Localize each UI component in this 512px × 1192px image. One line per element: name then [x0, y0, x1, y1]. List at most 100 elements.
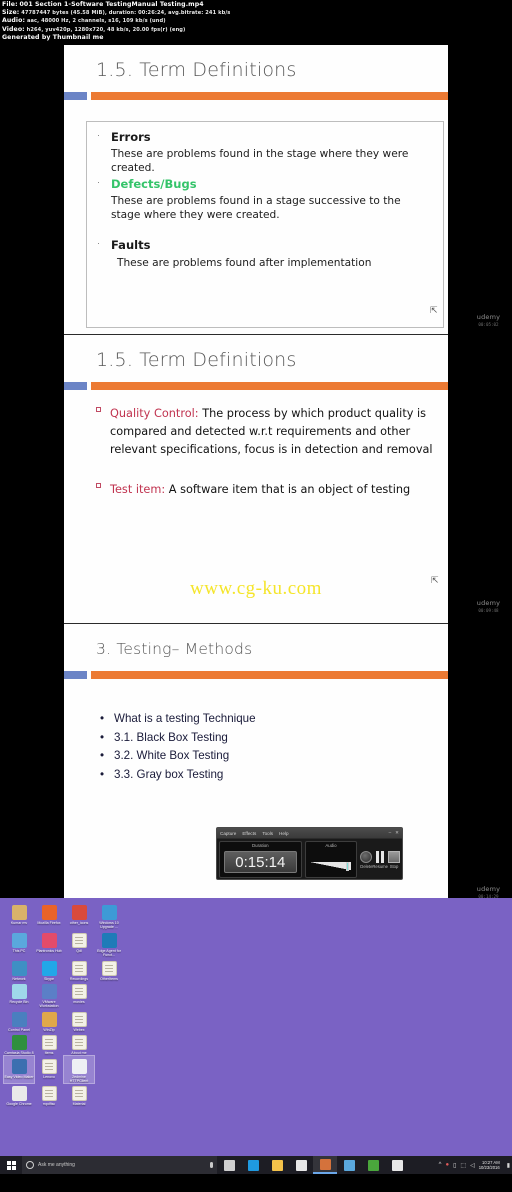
desktop-icon[interactable]: Lenovo — [34, 1056, 64, 1084]
accent-bar-blue — [64, 671, 87, 679]
desktop-icon[interactable]: 2edmine HTTPClient — [63, 1054, 95, 1085]
desktop-icon[interactable]: Items — [34, 1032, 64, 1055]
desktop-icon[interactable]: Edge Agent for Funct... — [94, 930, 124, 958]
list-item: • 3.2. White Box Testing — [100, 747, 256, 766]
desktop-icon[interactable]: Webex — [64, 1009, 94, 1032]
app-icon — [101, 905, 117, 920]
desktop-icon[interactable]: Network — [4, 958, 34, 981]
menu-help[interactable]: Help — [279, 831, 288, 836]
desktop-icon-label: Windows 10 Upgrade ... — [99, 921, 119, 930]
mouse-cursor-icon: ⇱ — [431, 575, 439, 585]
slide-1-accent-bar — [64, 92, 448, 100]
start-button[interactable] — [0, 1156, 22, 1174]
microphone-icon[interactable] — [210, 1162, 213, 1168]
slide-1-content-box: · Errors These are problems found in the… — [86, 121, 444, 328]
remote-desktop-taskbar-button[interactable] — [337, 1156, 361, 1174]
system-tray: ^ ● ▯ ⬚ ◁ 10:27 AM 10/23/2016 ▮ — [439, 1160, 512, 1170]
desktop-icon[interactable]: Control Panel — [4, 1009, 34, 1032]
camtasia-recorder-widget[interactable]: Capture Effects Tools Help – ✕ Duration … — [216, 827, 403, 880]
desktop-icon-label: Easy Video Maker — [4, 1074, 34, 1079]
recorder-menubar[interactable]: Capture Effects Tools Help – ✕ — [217, 828, 402, 839]
resume-button[interactable]: Resume — [372, 850, 388, 869]
desktop-icon-row: Network Skype Recordings OtherItems — [4, 958, 124, 981]
desktop-icon[interactable]: About me — [64, 1032, 94, 1055]
photo-app-icon — [319, 1158, 331, 1170]
app-icon — [41, 1011, 57, 1027]
desktop-icon[interactable]: Skype — [34, 958, 64, 981]
tray-display-icon[interactable]: ⬚ — [460, 1162, 466, 1169]
slide-2-bullet-2: Test item: A software item that is an ob… — [96, 481, 442, 499]
bullet-icon: • — [100, 767, 105, 781]
minimize-icon[interactable]: – — [389, 830, 392, 836]
desktop-icon[interactable]: other_icons — [64, 902, 94, 930]
store-taskbar-button[interactable] — [289, 1156, 313, 1174]
camtasia-recorder-taskbar-button[interactable] — [385, 1156, 409, 1174]
desktop-icon[interactable]: This PC — [4, 930, 34, 958]
recorder-buttons: Delete Resume Stop — [360, 841, 400, 878]
desktop-icon[interactable]: mpdfisc — [34, 1083, 64, 1106]
tray-status-icon[interactable]: ● — [445, 1162, 449, 1168]
camtasia-taskbar-button[interactable] — [361, 1156, 385, 1174]
stop-square-icon — [388, 850, 400, 863]
delete-button-label: Delete — [360, 863, 373, 869]
desktop-icon-label: This PC — [12, 948, 26, 953]
desktop-icon[interactable]: VMware Workstation — [34, 981, 64, 1009]
desktop-icon[interactable]: Camtasia Studio 8 — [4, 1032, 34, 1055]
edge-browser-taskbar-button[interactable] — [241, 1156, 265, 1174]
list-item-label: 3.2. White Box Testing — [114, 749, 230, 762]
desktop-icon[interactable]: Mozilla Firefox — [34, 902, 64, 930]
desktop-icon[interactable]: Google Chrome — [4, 1083, 34, 1106]
desktop-icon[interactable]: Recycle Bin — [4, 981, 34, 1009]
stop-button[interactable]: Stop — [388, 850, 400, 869]
list-item-label: 3.1. Black Box Testing — [114, 730, 228, 744]
site-watermark: www.cg-ku.com — [190, 578, 322, 599]
file-explorer-taskbar-button[interactable] — [265, 1156, 289, 1174]
desktop-icon-label: Lenovo — [43, 1074, 55, 1079]
udemy-brand-label: udemy — [476, 885, 501, 893]
tray-chevron-icon[interactable]: ^ — [439, 1162, 442, 1168]
menu-effects[interactable]: Effects — [242, 831, 256, 836]
desktop-icon-empty — [94, 1083, 124, 1106]
audio-level-slider[interactable] — [310, 862, 352, 871]
tray-volume-icon[interactable]: ◁ — [470, 1162, 475, 1169]
bullet-icon: • — [100, 749, 105, 762]
camtasia-recorder-icon — [391, 1159, 403, 1171]
menu-capture[interactable]: Capture — [220, 831, 236, 836]
clock-date: 10/23/2016 — [478, 1165, 500, 1170]
close-icon[interactable]: ✕ — [395, 830, 399, 836]
bullet-text: A software item that is an object of tes… — [165, 483, 411, 496]
search-input[interactable]: Ask me anything — [22, 1156, 217, 1174]
desktop-icon-label: VMware Workstation — [39, 1000, 59, 1009]
app-icon — [11, 1086, 27, 1102]
taskbar-clock[interactable]: 10:27 AM 10/23/2016 — [479, 1160, 503, 1170]
desktop-icon-grid: Kumar mv Mozilla Firefox other_icons Window… — [3, 902, 124, 1107]
desktop-icon-empty — [94, 981, 124, 1009]
desktop-icon[interactable]: Recordings — [64, 958, 94, 981]
desktop-icon[interactable]: Kumar mv — [4, 902, 34, 930]
desktop-icon[interactable]: Plantronics Hub — [34, 930, 64, 958]
show-desktop-icon[interactable]: ▮ — [507, 1162, 510, 1169]
app-icon — [11, 1011, 27, 1027]
tray-network-icon[interactable]: ▯ — [453, 1162, 456, 1169]
task-view-taskbar-button[interactable] — [217, 1156, 241, 1174]
desktop-icon[interactable]: Easy Video Maker — [3, 1054, 35, 1085]
app-icon — [11, 932, 27, 948]
udemy-watermark-1: udemy 00:05:02 — [465, 313, 512, 327]
desktop-icon-label: Recycle Bin — [9, 1000, 29, 1005]
slider-knob[interactable] — [346, 862, 350, 871]
desktop-icon[interactable]: OtherItems — [94, 958, 124, 981]
desktop-icon[interactable]: movies — [64, 981, 94, 1009]
square-bullet-icon — [96, 407, 101, 412]
audio-wedge-icon — [310, 862, 352, 870]
desktop-icon[interactable]: Qdl — [64, 930, 94, 958]
app-icon — [41, 905, 57, 920]
desktop-icon[interactable]: Material — [64, 1083, 94, 1106]
delete-button[interactable]: Delete — [360, 850, 373, 869]
desktop-icon-label: Mozilla Firefox — [37, 921, 61, 925]
menu-tools[interactable]: Tools — [262, 831, 273, 836]
desktop-icon[interactable]: Windows 10 Upgrade ... — [94, 902, 124, 930]
resume-button-label: Resume — [372, 863, 388, 869]
udemy-watermark-3: udemy 00:14:29 — [465, 885, 512, 899]
photo-app-taskbar-button[interactable] — [313, 1156, 337, 1174]
desktop-icon[interactable]: WinZip — [34, 1009, 64, 1032]
